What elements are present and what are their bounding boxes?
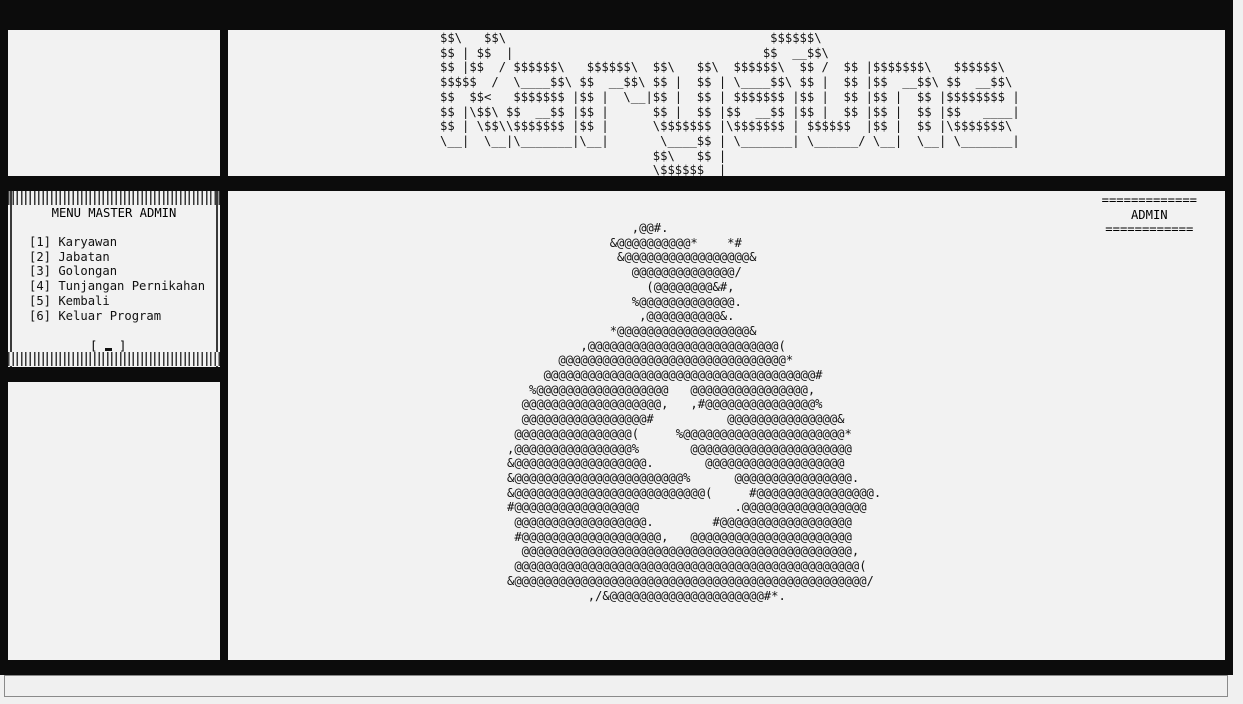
role-rule-bottom: ============ bbox=[1105, 222, 1194, 237]
menu-item-tunjangan-pernikahan[interactable]: [4] Tunjangan Pernikahan bbox=[29, 279, 205, 294]
left-top-panel bbox=[8, 30, 220, 176]
menu-item-jabatan[interactable]: [2] Jabatan bbox=[29, 250, 205, 265]
menu-panel: MENU MASTER ADMIN [1] Karyawan [2] Jabat… bbox=[8, 191, 220, 367]
menu-item-keluar-program[interactable]: [6] Keluar Program bbox=[29, 309, 205, 324]
role-rule-top: ============= bbox=[1101, 193, 1197, 207]
menu-input-prompt[interactable]: [ ] bbox=[90, 339, 126, 353]
menu-list: [1] Karyawan [2] Jabatan [3] Golongan [4… bbox=[29, 235, 205, 323]
menu-item-golongan[interactable]: [3] Golongan bbox=[29, 264, 205, 279]
money-bag-ascii-art: ,@@#. &@@@@@@@@@@* *# &@@@@@@@@@@@@@@@@@… bbox=[507, 221, 882, 603]
left-bottom-panel bbox=[8, 382, 220, 660]
menu-border-top bbox=[8, 191, 220, 205]
menu-title: MENU MASTER ADMIN bbox=[51, 206, 177, 220]
banner-panel: $$\ $$\ $$$$$$\ $$ | $$ | $$ __$$\ $$ |$… bbox=[228, 30, 1225, 176]
main-panel: ============= ADMIN ============ ,@@#. &@@… bbox=[228, 191, 1225, 660]
menu-border-bottom bbox=[8, 352, 220, 366]
ascii-title-banner: $$\ $$\ $$$$$$\ $$ | $$ | $$ __$$\ $$ |$… bbox=[440, 31, 1020, 176]
prompt-close-bracket: ] bbox=[111, 339, 127, 353]
text-cursor bbox=[104, 348, 112, 351]
status-bar bbox=[4, 675, 1228, 697]
console-window: $$\ $$\ $$$$$$\ $$ | $$ | $$ __$$\ $$ |$… bbox=[0, 0, 1233, 675]
window-right-edge bbox=[1233, 0, 1243, 704]
role-label: ADMIN bbox=[1130, 207, 1168, 222]
menu-item-kembali[interactable]: [5] Kembali bbox=[29, 294, 205, 309]
prompt-open-bracket: [ bbox=[90, 339, 105, 353]
role-indicator: ============= ADMIN ============ bbox=[1102, 193, 1197, 237]
menu-item-karyawan[interactable]: [1] Karyawan bbox=[29, 235, 205, 250]
